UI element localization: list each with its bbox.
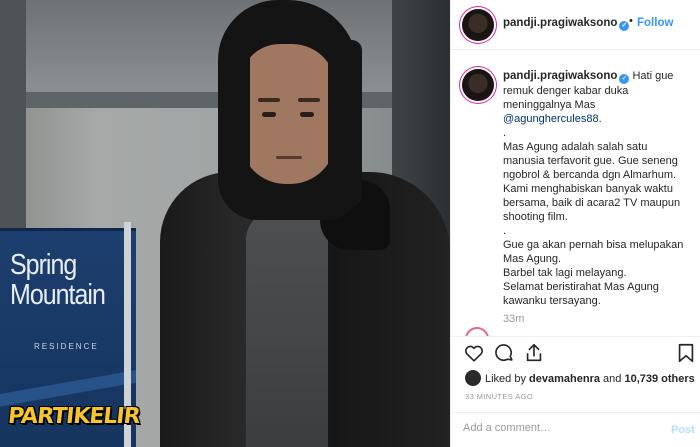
header-username-row: pandji.pragiwaksono ✓: [503, 17, 630, 31]
comment-bubble-icon[interactable]: [493, 342, 515, 364]
verified-badge-icon: ✓: [619, 21, 630, 31]
next-comment-avatar: [465, 327, 489, 336]
eye: [262, 112, 276, 117]
post-header: pandji.pragiwaksono ✓ • Follow: [451, 0, 700, 50]
billboard-text: Spring Mountain: [10, 248, 106, 311]
caption-username[interactable]: pandji.pragiwaksono: [503, 70, 617, 82]
billboard-subtext: RESIDENCE: [34, 342, 99, 351]
grey-shirt: [246, 210, 328, 447]
profile-avatar[interactable]: [462, 9, 494, 41]
hair-strand: [222, 40, 250, 200]
action-bar: [451, 336, 700, 366]
caption-line: Selamat beristirahat Mas Agung kawanku t…: [503, 281, 659, 307]
add-comment-bar: Post: [451, 412, 700, 447]
liker-avatar[interactable]: [465, 370, 481, 386]
heart-icon[interactable]: [463, 342, 485, 364]
caption-avatar[interactable]: [462, 69, 494, 101]
header-username[interactable]: pandji.pragiwaksono: [503, 17, 617, 29]
watermark-logo: PARTIKELIR: [6, 404, 141, 429]
caption-punct: .: [598, 113, 602, 125]
mention-link[interactable]: @agunghercules88: [503, 113, 599, 125]
hair-strand: [328, 40, 362, 210]
likes-count[interactable]: 10,739 others: [624, 373, 694, 385]
mouth: [276, 156, 302, 159]
likes-prefix: Liked by: [485, 373, 526, 385]
separator-dot: •: [629, 15, 633, 27]
caption-dot: .: [503, 225, 507, 237]
post-comment-button[interactable]: Post: [671, 424, 695, 436]
post-timestamp[interactable]: 33 MINUTES AGO: [465, 392, 533, 401]
post-sidebar: pandji.pragiwaksono ✓ • Follow pandji.pra…: [450, 0, 700, 447]
caption-relative-time: 33m: [503, 313, 525, 325]
eye: [300, 112, 314, 117]
share-icon[interactable]: [523, 342, 545, 364]
comment-input[interactable]: [463, 422, 653, 434]
caption-dot: .: [503, 127, 507, 139]
caption-line: Gue ga akan pernah bisa melupakan Mas Ag…: [503, 239, 684, 265]
liker-username[interactable]: devamahenra: [529, 373, 600, 385]
caption-paragraph: Mas Agung adalah salah satu manusia terf…: [503, 141, 681, 223]
caption-line: Barbel tak lagi melayang.: [503, 267, 627, 279]
verified-badge-icon: ✓: [619, 74, 630, 84]
follow-button[interactable]: Follow: [637, 17, 673, 29]
post-caption: pandji.pragiwaksono ✓ Hati gue remuk deng…: [503, 69, 689, 308]
eyebrow: [298, 98, 320, 102]
comments-section[interactable]: pandji.pragiwaksono ✓ Hati gue remuk deng…: [451, 51, 700, 336]
face: [240, 44, 336, 184]
bookmark-icon[interactable]: [675, 342, 697, 364]
person-figure: [160, 0, 450, 447]
post-photo[interactable]: Spring Mountain RESIDENCE PARTIKELIR: [0, 0, 450, 447]
eyebrow: [258, 98, 280, 102]
likes-and: and: [603, 373, 622, 385]
likes-summary: Liked by devamahenra and 10,739 others: [465, 370, 695, 386]
